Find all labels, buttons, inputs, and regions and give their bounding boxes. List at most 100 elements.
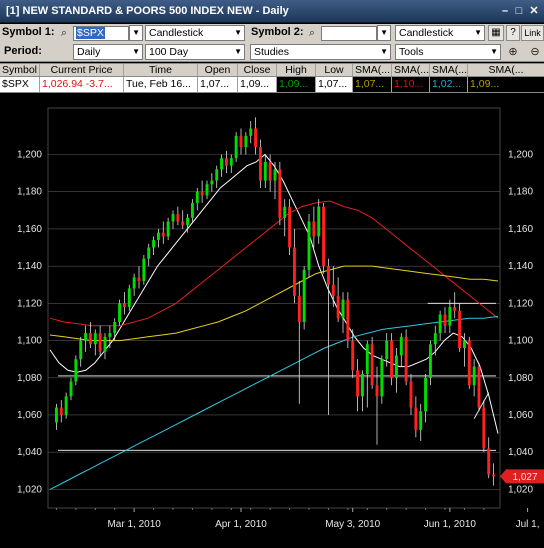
candle-body [234,135,238,159]
x-tick-label: May 3, 2010 [325,519,380,530]
cell-sma1: 1,07... [353,77,392,92]
chevron-down-icon: ▼ [490,47,498,56]
candle-body [278,169,282,218]
y-tick-label-right: 1,060 [508,410,533,421]
candle-body [69,381,73,397]
cell-high: 1,09... [277,77,316,92]
candle-body [98,333,102,352]
candle-body [458,310,462,348]
candle-body [297,295,301,322]
x-tick-label: Apr 1, 2010 [215,519,267,530]
range-select[interactable]: 100 Day ▼ [145,44,245,60]
col-low[interactable]: Low [316,64,353,76]
candle-body [414,407,418,430]
col-sma1[interactable]: SMA(... [353,64,392,76]
cell-close: 1,09... [238,77,277,92]
candle-body [200,191,204,196]
cell-open: 1,07... [198,77,238,92]
candle-body [292,247,296,296]
symbol2-input[interactable] [321,26,377,41]
col-symbol[interactable]: Symbol [0,64,40,76]
close-icon[interactable]: ✕ [527,4,541,18]
symbol1-dropdown[interactable]: ▼ [129,25,143,41]
period-label: Period: [4,45,42,57]
candle-body [142,258,146,282]
candle-body [341,299,345,319]
candle-body [74,359,78,382]
candle-body [482,407,486,449]
search-icon[interactable]: ⌕ [57,25,71,41]
col-open[interactable]: Open [198,64,238,76]
candle-body [365,344,369,375]
candle-body [399,336,403,356]
candle-body [181,221,185,226]
candle-body [244,135,248,148]
candle-body [322,206,326,267]
candle-body [249,128,253,136]
col-close[interactable]: Close [238,64,277,76]
candle-body [220,158,224,170]
y-tick-label-left: 1,140 [17,261,42,272]
y-tick-label-right: 1,040 [508,447,533,458]
cell-time: Tue, Feb 16... [124,77,198,92]
link-button[interactable]: Link 1 [521,25,544,52]
candle-body [273,169,277,181]
candle-body [156,232,160,241]
quote-table-header: Symbol Current Price Time Open Close Hig… [0,63,544,77]
col-time[interactable]: Time [124,64,198,76]
candle-body [326,266,330,285]
search-icon[interactable]: ⌕ [305,25,319,41]
studies-select[interactable]: Studies ▼ [250,44,391,60]
zoom-out-icon[interactable]: ⊖ [528,44,542,60]
y-tick-label-left: 1,200 [17,150,42,161]
y-tick-label-right: 1,160 [508,224,533,235]
chevron-down-icon: ▼ [234,47,242,56]
candle-body [453,307,457,311]
candle-body [380,359,384,397]
candle-body [331,284,335,296]
candle-body [88,333,92,345]
price-chart-area[interactable]: 1,200 1,200 1,180 1,180 1,160 1,160 1,140 1,140… [0,93,544,548]
quote-table-row[interactable]: $SPX 1,026.94 -3.7... Tue, Feb 16... 1,0… [0,77,544,93]
x-tick-label: Jun 1, 2010 [424,519,477,530]
help-button[interactable]: ? [506,25,520,41]
x-tick-label: Mar 1, 2010 [107,519,161,530]
sma-line-2 [49,200,499,327]
zoom-in-icon[interactable]: ⊕ [506,44,520,60]
candle-body [54,407,58,423]
col-sma4[interactable]: SMA(... [468,64,544,76]
chart-type2-select[interactable]: Candlestick ▼ [395,25,485,41]
y-tick-label-left: 1,100 [17,336,42,347]
col-high[interactable]: High [277,64,316,76]
y-tick-label-right: 1,020 [508,484,533,495]
candle-body [254,128,258,148]
candle-body [176,214,180,222]
symbol1-input[interactable]: $SPX [73,26,129,41]
col-current-price[interactable]: Current Price [40,64,124,76]
candle-body [428,344,432,378]
candle-body [370,344,374,386]
y-tick-label-left: 1,160 [17,224,42,235]
symbol2-dropdown[interactable]: ▼ [377,25,391,41]
col-sma2[interactable]: SMA(... [392,64,430,76]
y-tick-label-left: 1,080 [17,373,42,384]
chevron-down-icon: ▼ [234,28,242,37]
candle-body [108,333,112,337]
y-tick-label-right: 1,120 [508,298,533,309]
price-chart[interactable]: 1,200 1,200 1,180 1,180 1,160 1,160 1,140 1,140… [0,93,544,548]
restore-icon[interactable]: □ [512,4,526,18]
chart-type1-select[interactable]: Candlestick ▼ [145,25,245,41]
period-select[interactable]: Daily ▼ [73,44,143,60]
candle-body [394,355,398,378]
minimize-icon[interactable]: – [498,4,512,18]
grid-button[interactable]: ▦ [488,25,504,41]
window-titlebar: [1] NEW STANDARD & POORS 500 INDEX NEW -… [0,0,544,23]
sma-line-1 [49,153,499,434]
candle-body [118,303,122,322]
candle-body [161,232,165,237]
candle-body [215,169,219,181]
col-sma3[interactable]: SMA(... [430,64,468,76]
y-tick-label-right: 1,140 [508,261,533,272]
candle-body [472,366,476,386]
tools-select[interactable]: Tools ▼ [395,44,501,60]
